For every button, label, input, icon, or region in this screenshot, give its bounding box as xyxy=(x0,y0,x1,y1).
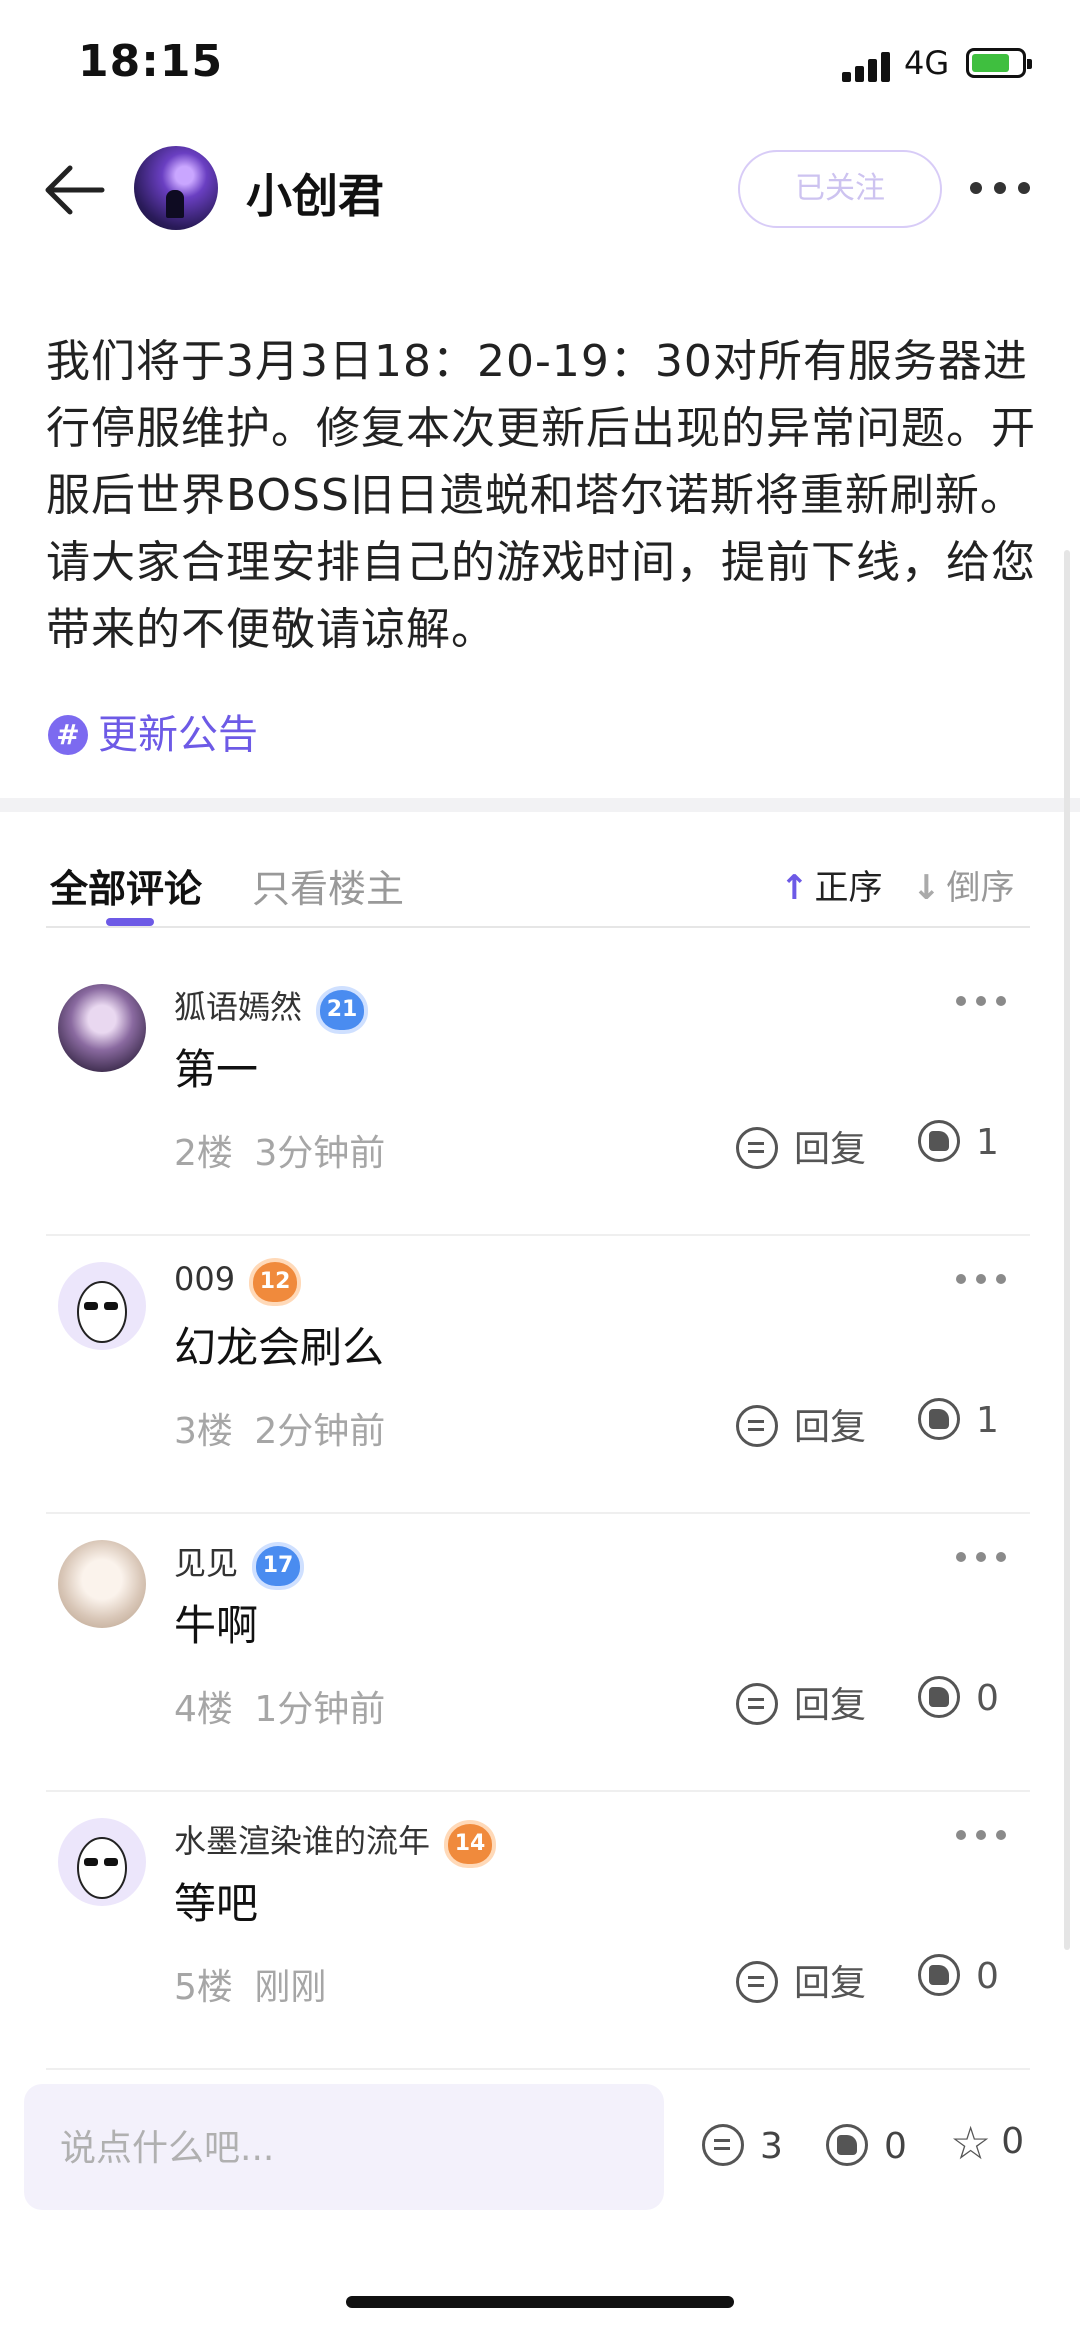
signal-icon xyxy=(842,48,892,82)
topic-tag[interactable]: # 更新公告 xyxy=(48,702,258,760)
home-indicator[interactable] xyxy=(346,2296,734,2308)
tab-all-comments[interactable]: 全部评论 xyxy=(50,858,202,913)
sort-ascending-label: 正序 xyxy=(814,868,883,908)
sort-descending-button[interactable]: ↓ 倒序 xyxy=(912,860,1015,909)
reply-icon xyxy=(736,1405,778,1447)
like-button[interactable]: 0 xyxy=(918,1676,999,1719)
like-count: 1 xyxy=(976,1400,999,1441)
comment-count: 3 xyxy=(760,2126,783,2167)
author-avatar[interactable] xyxy=(134,146,218,230)
post-like-count: 0 xyxy=(884,2126,907,2167)
like-icon xyxy=(918,1676,960,1718)
post-body: 我们将于3月3日18：20-19：30对所有服务器进行停服维护。修复本次更新后出… xyxy=(46,336,1036,655)
post-like-button[interactable]: 0 xyxy=(826,2124,907,2167)
comment-item: 009 12 幻龙会刷么 3楼 2分钟前 回复 1 xyxy=(0,1236,1080,1514)
comment-floor: 4楼 xyxy=(174,1689,233,1730)
comment-icon xyxy=(702,2124,744,2166)
arrow-up-icon: ↑ xyxy=(780,868,809,908)
like-icon xyxy=(918,1398,960,1440)
follow-button[interactable]: 已关注 xyxy=(738,150,942,228)
comment-more-icon[interactable] xyxy=(956,986,1012,1016)
hashtag-icon: # xyxy=(48,715,88,755)
comment-text: 幻龙会刷么 xyxy=(174,1323,385,1372)
comment-divider xyxy=(46,2068,1030,2070)
reply-label: 回复 xyxy=(794,1129,867,1170)
comment-time: 2分钟前 xyxy=(254,1411,386,1452)
comment-item: 水墨渲染谁的流年 14 等吧 5楼 刚刚 回复 0 xyxy=(0,1792,1080,2070)
like-icon xyxy=(826,2124,868,2166)
tab-owner-only[interactable]: 只看楼主 xyxy=(252,858,404,913)
comment-item: 见见 17 牛啊 4楼 1分钟前 回复 0 xyxy=(0,1514,1080,1792)
commenter-avatar[interactable] xyxy=(58,1818,146,1906)
reply-button[interactable]: 回复 xyxy=(736,1954,866,2006)
comment-text: 牛啊 xyxy=(174,1601,259,1650)
tabs-divider xyxy=(46,926,1030,928)
arrow-down-icon: ↓ xyxy=(912,868,941,908)
comment-floor: 2楼 xyxy=(174,1133,233,1174)
like-button[interactable]: 1 xyxy=(918,1120,999,1163)
reply-label: 回复 xyxy=(794,1685,867,1726)
comment-floor: 5楼 xyxy=(174,1967,233,2008)
comment-text: 第一 xyxy=(174,1045,259,1094)
comment-floor: 3楼 xyxy=(174,1411,233,1452)
favorite-count: 0 xyxy=(1001,2121,1025,2162)
battery-icon xyxy=(966,48,1032,78)
level-badge: 14 xyxy=(448,1824,493,1864)
level-badge: 17 xyxy=(256,1546,301,1586)
reply-label: 回复 xyxy=(794,1407,867,1448)
comment-more-icon[interactable] xyxy=(956,1264,1012,1294)
like-count: 0 xyxy=(976,1678,999,1719)
comment-item: 狐语嫣然 21 第一 2楼 3分钟前 回复 1 xyxy=(0,958,1080,1236)
reply-icon xyxy=(736,1683,778,1725)
like-icon xyxy=(918,1954,960,1996)
topic-tag-label: 更新公告 xyxy=(98,712,258,758)
commenter-name[interactable]: 水墨渲染谁的流年 xyxy=(174,1822,430,1860)
like-button[interactable]: 0 xyxy=(918,1954,999,1997)
commenter-name[interactable]: 见见 xyxy=(174,1544,238,1582)
like-icon xyxy=(918,1120,960,1162)
comment-input-container[interactable] xyxy=(24,2084,664,2212)
status-time: 18:15 xyxy=(78,36,224,87)
comment-text: 等吧 xyxy=(174,1879,259,1928)
level-badge: 21 xyxy=(320,990,365,1030)
scrollbar[interactable] xyxy=(1064,550,1070,1950)
more-options-icon[interactable] xyxy=(970,172,1034,202)
comment-input[interactable] xyxy=(58,2084,622,2212)
commenter-name[interactable]: 狐语嫣然 xyxy=(174,988,302,1026)
author-name[interactable]: 小创君 xyxy=(246,160,384,226)
like-count: 1 xyxy=(976,1122,999,1163)
reply-button[interactable]: 回复 xyxy=(736,1676,866,1728)
favorite-button[interactable]: ☆ 0 xyxy=(950,2116,1024,2170)
comment-more-icon[interactable] xyxy=(956,1820,1012,1850)
reply-icon xyxy=(736,1127,778,1169)
reply-button[interactable]: 回复 xyxy=(736,1398,866,1450)
commenter-avatar[interactable] xyxy=(58,1540,146,1628)
comment-time: 3分钟前 xyxy=(254,1133,386,1174)
like-button[interactable]: 1 xyxy=(918,1398,999,1441)
commenter-name[interactable]: 009 xyxy=(174,1260,235,1298)
comment-count-button[interactable]: 3 xyxy=(702,2124,783,2167)
active-tab-indicator xyxy=(106,918,154,926)
commenter-avatar[interactable] xyxy=(58,984,146,1072)
comment-time: 刚刚 xyxy=(254,1967,327,2008)
sort-ascending-button[interactable]: ↑ 正序 xyxy=(780,860,883,909)
comment-more-icon[interactable] xyxy=(956,1542,1012,1572)
like-count: 0 xyxy=(976,1956,999,1997)
sort-descending-label: 倒序 xyxy=(946,868,1015,908)
reply-button[interactable]: 回复 xyxy=(736,1120,866,1172)
comment-time: 1分钟前 xyxy=(254,1689,386,1730)
section-divider xyxy=(0,798,1080,812)
star-icon: ☆ xyxy=(950,2116,992,2170)
commenter-avatar[interactable] xyxy=(58,1262,146,1350)
reply-label: 回复 xyxy=(794,1963,867,2004)
back-arrow-icon[interactable] xyxy=(40,160,110,220)
network-type: 4G xyxy=(904,44,950,82)
reply-icon xyxy=(736,1961,778,2003)
level-badge: 12 xyxy=(253,1262,298,1302)
